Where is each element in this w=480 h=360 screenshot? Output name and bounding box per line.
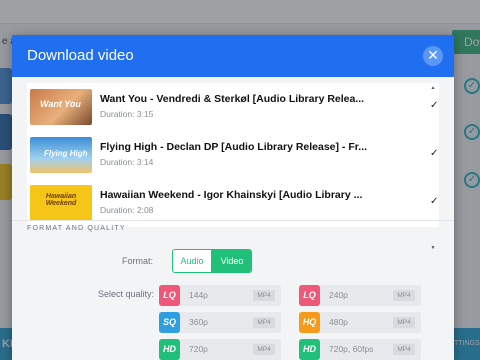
thumbnail-text: Flying High bbox=[44, 149, 88, 158]
quality-container: MP4 bbox=[253, 290, 275, 301]
video-duration: Duration: 2:08 bbox=[100, 205, 154, 215]
video-duration: Duration: 3:14 bbox=[100, 157, 154, 167]
video-duration: Duration: 3:15 bbox=[100, 109, 154, 119]
format-label: Format: bbox=[122, 256, 154, 266]
quality-option[interactable]: LQ 144p MP4 bbox=[159, 285, 281, 306]
quality-option[interactable]: SQ 360p MP4 bbox=[159, 312, 281, 333]
video-row[interactable]: Flying High Flying High - Declan DP [Aud… bbox=[27, 131, 439, 179]
modal-title: Download video bbox=[27, 47, 134, 64]
quality-resolution: 720p, 60fps bbox=[329, 344, 374, 354]
video-thumbnail: Flying High bbox=[30, 137, 92, 173]
close-icon[interactable]: ✕ bbox=[423, 46, 443, 66]
section-divider bbox=[12, 220, 454, 221]
modal-header: Download video ✕ bbox=[12, 35, 454, 77]
scroll-down-icon[interactable]: ▼ bbox=[430, 245, 436, 251]
thumbnail-text: Want You bbox=[40, 99, 81, 109]
quality-badge: HQ bbox=[299, 312, 320, 333]
quality-badge: SQ bbox=[159, 312, 180, 333]
quality-resolution: 720p bbox=[189, 344, 208, 354]
format-video-option[interactable]: Video bbox=[211, 250, 251, 272]
quality-badge: LQ bbox=[159, 285, 180, 306]
video-list-scrollbar[interactable]: ▲ ▼ bbox=[430, 77, 436, 255]
scroll-up-icon[interactable]: ▲ bbox=[430, 85, 436, 91]
quality-badge: HD bbox=[299, 339, 320, 360]
quality-badge: LQ bbox=[299, 285, 320, 306]
format-audio-option[interactable]: Audio bbox=[173, 250, 211, 272]
quality-resolution: 480p bbox=[329, 317, 348, 327]
quality-option[interactable]: HD 720p, 60fps MP4 bbox=[299, 339, 421, 360]
video-title: Hawaiian Weekend - Igor Khainskyi [Audio… bbox=[100, 189, 363, 201]
quality-container: MP4 bbox=[393, 290, 415, 301]
quality-label: Select quality: bbox=[98, 289, 155, 299]
video-thumbnail: Want You bbox=[30, 89, 92, 125]
quality-resolution: 144p bbox=[189, 290, 208, 300]
quality-resolution: 240p bbox=[329, 290, 348, 300]
quality-option[interactable]: HQ 480p MP4 bbox=[299, 312, 421, 333]
thumbnail-text: Hawaiian Weekend bbox=[45, 193, 77, 207]
quality-container: MP4 bbox=[253, 344, 275, 355]
quality-badge: HD bbox=[159, 339, 180, 360]
video-title: Flying High - Declan DP [Audio Library R… bbox=[100, 141, 368, 153]
quality-option[interactable]: LQ 240p MP4 bbox=[299, 285, 421, 306]
quality-container: MP4 bbox=[393, 344, 415, 355]
quality-option[interactable]: HD 720p MP4 bbox=[159, 339, 281, 360]
quality-resolution: 360p bbox=[189, 317, 208, 327]
format-quality-heading: FORMAT AND QUALITY bbox=[27, 225, 126, 232]
video-row[interactable]: Want You Want You - Vendredi & Sterkøl [… bbox=[27, 83, 439, 131]
video-thumbnail: Hawaiian Weekend bbox=[30, 185, 92, 221]
format-toggle: Audio Video bbox=[172, 249, 252, 273]
quality-container: MP4 bbox=[253, 317, 275, 328]
quality-container: MP4 bbox=[393, 317, 415, 328]
download-video-modal: Download video ✕ Want You Want You - Ven… bbox=[12, 35, 454, 360]
video-title: Want You - Vendredi & Sterkøl [Audio Lib… bbox=[100, 93, 365, 105]
